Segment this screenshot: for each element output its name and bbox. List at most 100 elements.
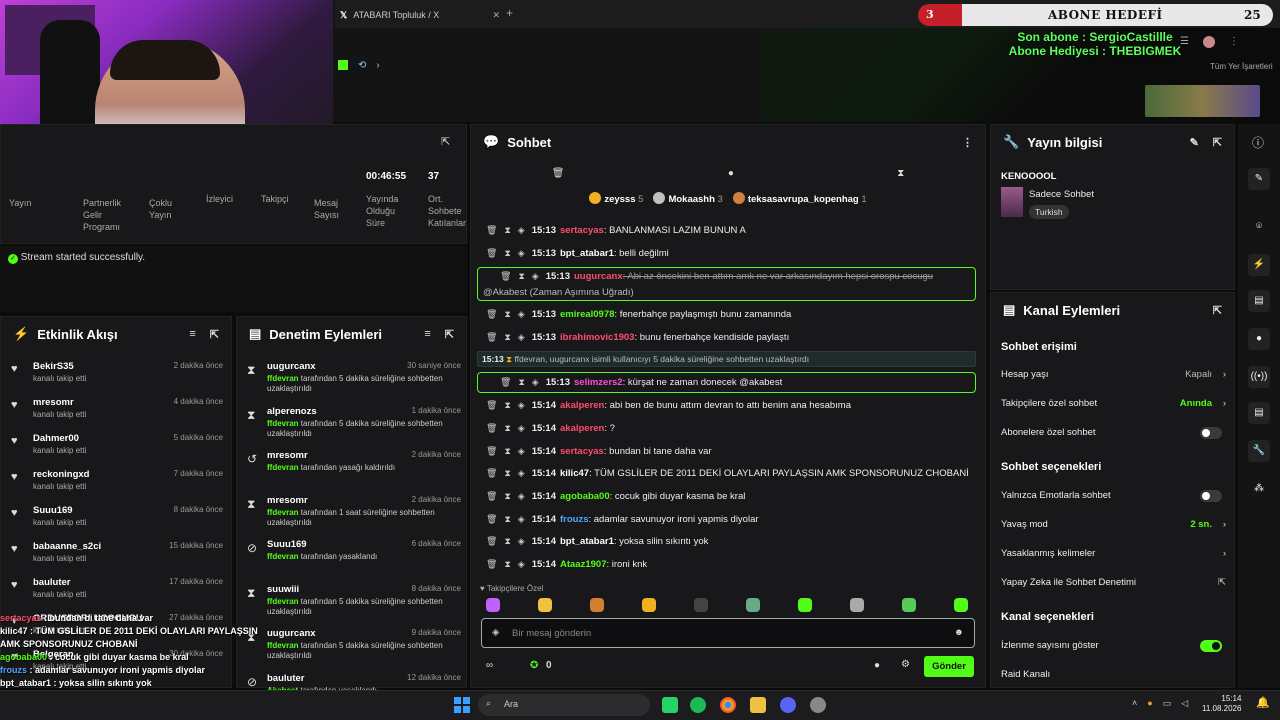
leaderboard-entry[interactable]: zeysss 5 xyxy=(589,191,643,205)
more-icon[interactable]: ⋮ xyxy=(962,136,973,149)
hourglass-icon[interactable]: ⧗ xyxy=(504,559,510,569)
show-viewcount-toggle[interactable] xyxy=(1200,640,1222,652)
extension-green-icon[interactable] xyxy=(338,60,348,70)
moderation-user[interactable]: uugurcanx xyxy=(267,628,316,639)
notification-icon[interactable]: 🔔 xyxy=(1256,696,1270,709)
chat-input[interactable]: Bir mesaj gönderin ◈ ☻ xyxy=(481,618,975,648)
taskbar-search[interactable]: ⌕ Ara xyxy=(478,694,650,716)
chat-user[interactable]: bpt_atabar1 xyxy=(560,536,614,547)
extension-arrow-icon[interactable]: › xyxy=(376,60,379,71)
trash-icon[interactable]: 🗑 xyxy=(486,446,497,456)
moderation-moderator[interactable]: ffdevran xyxy=(267,641,299,650)
filter-icon[interactable]: ≡ xyxy=(189,328,195,341)
wrench-icon[interactable]: 🔧 xyxy=(1248,440,1270,462)
pen-icon[interactable]: ✎ xyxy=(1248,168,1270,190)
hourglass-icon[interactable]: ⧗ xyxy=(504,225,510,235)
moderation-user[interactable]: suuwiii xyxy=(267,584,299,595)
bookmarks-link[interactable]: Tüm Yer İşaretleri xyxy=(1210,62,1273,71)
popout-icon[interactable]: ⇱ xyxy=(441,135,450,148)
broadcast-icon[interactable]: ((•)) xyxy=(1248,366,1270,388)
leaderboard-entry[interactable]: teksasavrupa_kopenhag 1 xyxy=(732,191,867,205)
close-tab-icon[interactable]: ✕ xyxy=(492,10,500,21)
activity-user[interactable]: Suuu169 xyxy=(33,505,73,516)
moderation-moderator[interactable]: ffdevran xyxy=(267,374,299,383)
microphone-icon[interactable]: ● xyxy=(1147,698,1152,709)
discord-icon[interactable] xyxy=(780,697,796,713)
chat-user[interactable]: akalperen xyxy=(560,400,604,411)
moderation-user[interactable]: alperenozs xyxy=(267,406,317,417)
emote-icon[interactable] xyxy=(642,598,656,612)
trash-icon[interactable]: 🗑 xyxy=(486,514,497,524)
extension-sync-icon[interactable]: ⟲ xyxy=(358,60,366,71)
hourglass-icon[interactable]: ⧗ xyxy=(504,491,510,501)
send-button[interactable]: Gönder xyxy=(924,656,974,677)
trash-icon[interactable]: 🗑 xyxy=(486,491,497,501)
info-icon[interactable]: ⓘ xyxy=(1252,134,1264,151)
group-icon[interactable]: ⁂ xyxy=(1248,478,1270,500)
activity-user[interactable]: mresomr xyxy=(33,397,74,408)
popout-icon[interactable]: ⇱ xyxy=(1213,136,1222,149)
chat-user[interactable]: bpt_atabar1 xyxy=(560,248,614,259)
windows-start-icon[interactable] xyxy=(454,697,470,713)
more-icon[interactable]: ⋮ xyxy=(1229,36,1239,48)
moderation-moderator[interactable]: ffdevran xyxy=(267,508,299,517)
hourglass-icon[interactable]: ⧗ xyxy=(897,168,904,179)
browser-tab[interactable]: 𝕏 ATABARI Topluluk / X ✕ xyxy=(340,6,500,24)
hourglass-icon[interactable]: ⧗ xyxy=(504,309,510,319)
activity-user[interactable]: BekirS35 xyxy=(33,361,74,372)
chat-user[interactable]: kilic47 xyxy=(560,468,589,479)
chevron-up-icon[interactable]: ˄ xyxy=(1132,698,1137,709)
chat-user[interactable]: sertacyas xyxy=(560,225,604,236)
capture-icon[interactable]: ⌾ xyxy=(1248,216,1270,238)
filter-icon[interactable]: ≡ xyxy=(424,328,430,341)
activity-user[interactable]: reckoningxd xyxy=(33,469,90,480)
hourglass-icon[interactable]: ⧗ xyxy=(504,446,510,456)
moderation-moderator[interactable]: ffdevran xyxy=(267,419,299,428)
popout-icon[interactable]: ⇱ xyxy=(445,328,454,341)
trash-icon[interactable]: 🗑 xyxy=(486,468,497,478)
trash-icon[interactable]: 🗑 xyxy=(486,332,497,342)
raid-channel-row[interactable]: Raid Kanalı xyxy=(1001,669,1226,680)
moderation-moderator[interactable]: ffdevran xyxy=(267,597,299,606)
document-icon[interactable]: ▤ xyxy=(1248,290,1270,312)
chat-user[interactable]: akalperen xyxy=(560,423,604,434)
followers-only-row[interactable]: Takipçilere özel sohbet Anında › xyxy=(1001,398,1226,409)
banned-words-row[interactable]: Yasaklanmış kelimeler › xyxy=(1001,548,1226,559)
activity-user[interactable]: bauluter xyxy=(33,577,70,588)
emote-only-toggle[interactable] xyxy=(1200,490,1222,502)
trash-icon[interactable]: 🗑 xyxy=(486,559,497,569)
trash-icon[interactable]: 🗑 xyxy=(486,309,497,319)
trash-icon[interactable]: 🗑 xyxy=(486,400,497,410)
chat-user[interactable]: emireal0978 xyxy=(560,309,614,320)
spotify-icon[interactable] xyxy=(690,697,706,713)
settings-icon[interactable]: ⚙ xyxy=(901,659,910,670)
network-icon[interactable]: ▭ xyxy=(1163,698,1172,709)
server-icon[interactable]: ▤ xyxy=(1248,402,1270,424)
hourglass-icon[interactable]: ⧗ xyxy=(504,332,510,342)
emote-icon[interactable] xyxy=(590,598,604,612)
extension-icons[interactable]: ⟲ › xyxy=(338,60,380,71)
chat-user[interactable]: Ataaz1907 xyxy=(560,559,606,570)
emote-icon[interactable] xyxy=(798,598,812,612)
volume-icon[interactable]: ◁ xyxy=(1181,698,1188,709)
popout-icon[interactable]: ⇱ xyxy=(1213,304,1222,317)
emote-icon[interactable] xyxy=(746,598,760,612)
emote-icon[interactable] xyxy=(850,598,864,612)
trash-icon[interactable]: 🗑 xyxy=(552,168,565,179)
chat-bubble-icon[interactable]: ● xyxy=(1248,328,1270,350)
chrome-icon[interactable] xyxy=(720,697,736,713)
new-tab-icon[interactable]: + xyxy=(506,6,513,20)
trash-icon[interactable]: 🗑 xyxy=(486,423,497,433)
chat-bubble-icon[interactable]: ● xyxy=(874,660,880,671)
trash-icon[interactable]: 🗑 xyxy=(486,248,497,258)
moderation-user[interactable]: uugurcanx xyxy=(267,361,316,372)
moderation-moderator[interactable]: ffdevran xyxy=(267,463,299,472)
chat-user[interactable]: agobaba00 xyxy=(560,491,610,502)
app-icon[interactable] xyxy=(810,697,826,713)
moderation-user[interactable]: mresomr xyxy=(267,495,308,506)
ai-moderation-row[interactable]: Yapay Zeka ile Sohbet Denetimi ⇱ xyxy=(1001,577,1226,588)
infinity-icon[interactable]: ∞ xyxy=(486,660,493,671)
emoji-icon[interactable]: ☻ xyxy=(954,627,964,638)
emote-icon[interactable] xyxy=(902,598,916,612)
edit-icon[interactable]: ✎ xyxy=(1190,136,1199,149)
